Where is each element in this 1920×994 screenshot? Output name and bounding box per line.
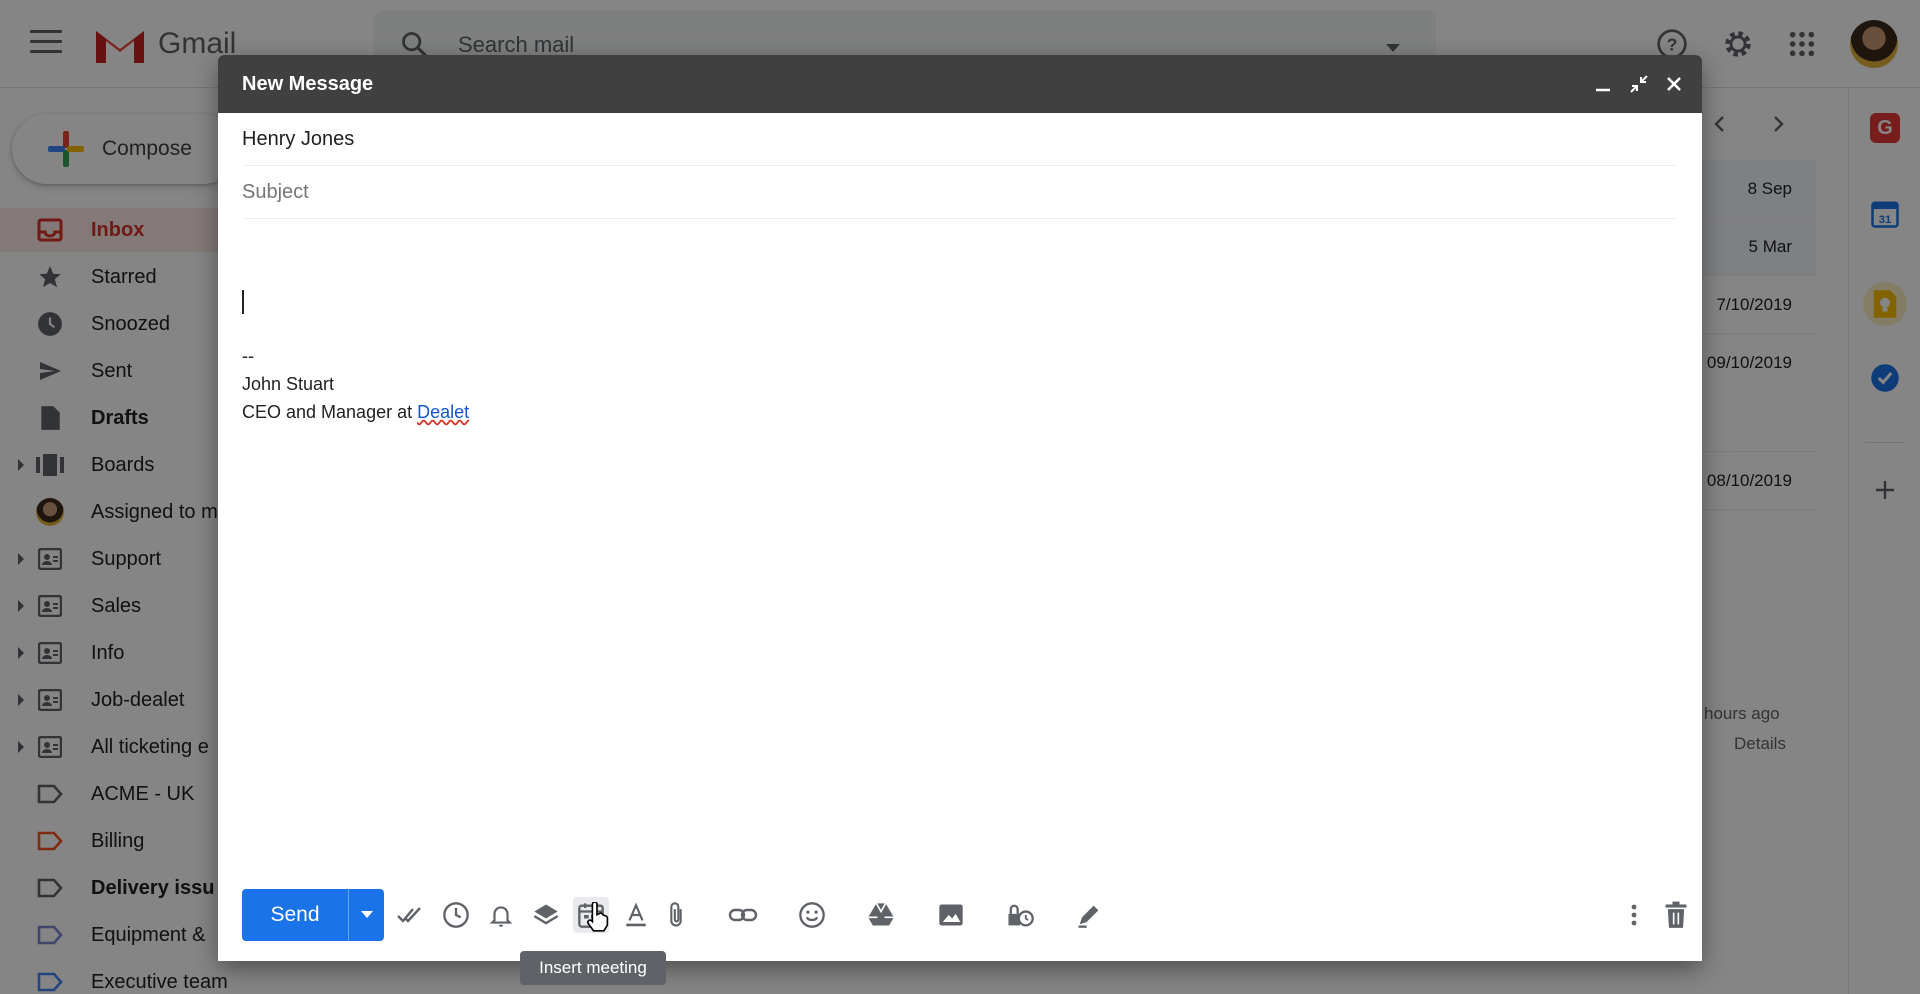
signature-company-link[interactable]: Dealet [417,402,469,422]
more-options-icon[interactable] [1616,897,1652,933]
recipient-chip[interactable]: Henry Jones [242,128,354,151]
schedule-send-icon[interactable] [438,897,474,933]
compose-header[interactable]: New Message [218,55,1702,113]
insert-meeting-tooltip: Insert meeting [520,951,666,985]
send-button-group: Send [242,889,384,941]
discard-draft-trash-icon[interactable] [1658,897,1694,933]
subject-field[interactable] [242,166,1678,219]
minimize-icon[interactable] [1590,71,1616,97]
templates-layers-icon[interactable] [528,897,564,933]
attach-file-icon[interactable] [658,897,694,933]
insert-emoji-icon[interactable] [794,897,830,933]
hand-cursor-icon [586,902,609,932]
text-cursor [242,290,244,314]
signature-role: CEO and Manager at Dealet [242,402,469,423]
insert-photo-icon[interactable] [933,897,969,933]
send-options-button[interactable] [349,889,384,941]
compose-title: New Message [242,73,374,95]
to-field[interactable]: Henry Jones [242,113,1678,166]
text-format-icon[interactable] [618,897,654,933]
send-button[interactable]: Send [242,889,348,941]
signature-separator: -- [242,346,254,366]
message-body[interactable]: -- John Stuart CEO and Manager at Dealet [242,230,1678,830]
confidential-mode-icon[interactable] [1002,897,1038,933]
insert-link-icon[interactable] [725,897,761,933]
signature-role-text: CEO and Manager at [242,402,418,422]
insert-signature-pen-icon[interactable] [1071,897,1107,933]
google-drive-icon[interactable] [863,897,899,933]
close-icon[interactable] [1661,71,1687,97]
exit-fullscreen-icon[interactable] [1626,71,1652,97]
subject-input[interactable] [242,180,1678,204]
caret-down-icon [360,911,373,918]
read-receipt-icon[interactable] [393,897,429,933]
reminder-bell-icon[interactable] [483,897,519,933]
signature-name: John Stuart [242,374,335,394]
compose-dialog: New Message Henry Jones -- John Stuart C… [218,55,1702,961]
